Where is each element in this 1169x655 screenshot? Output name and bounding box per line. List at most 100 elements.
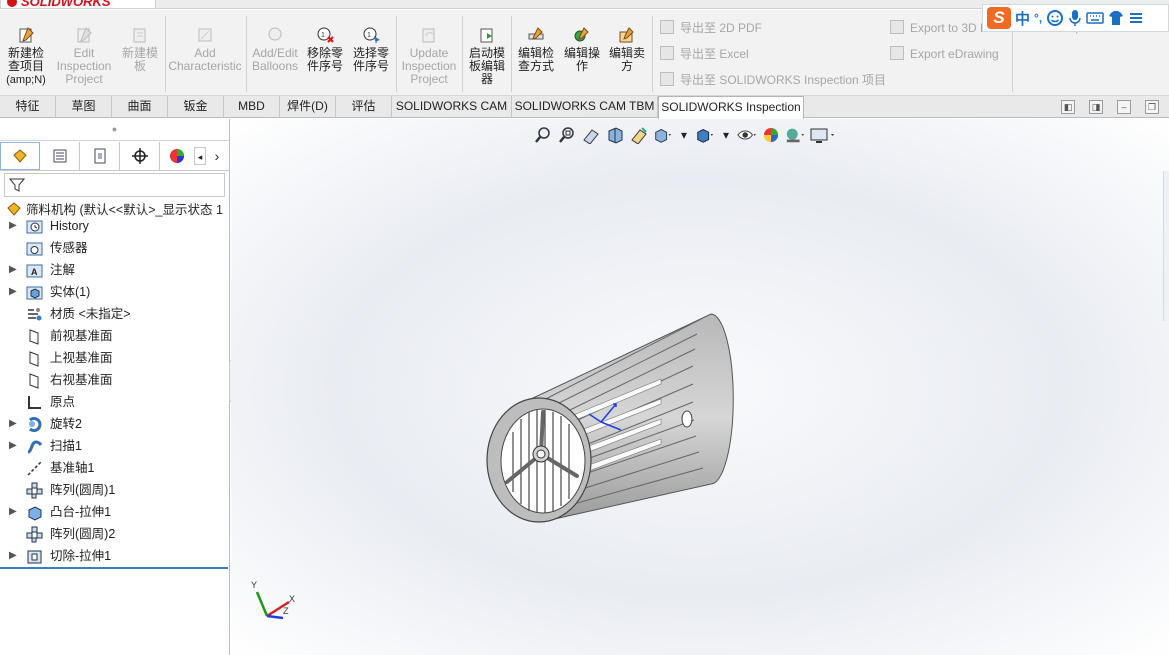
- select-part-number-button[interactable]: 1 选择零 件序号: [350, 14, 392, 94]
- triad-z-label: Z: [283, 606, 289, 616]
- tree-item-right-plane[interactable]: 右视基准面: [0, 369, 228, 391]
- tab-weldments[interactable]: 焊件(D): [280, 96, 336, 118]
- expand-arrow-icon[interactable]: ▶: [9, 215, 17, 237]
- dropdown-arrow-icon[interactable]: ▾: [677, 125, 691, 145]
- minimize-icon[interactable]: –: [1117, 100, 1131, 114]
- tree-item-annotations[interactable]: ▶ A 注解: [0, 259, 228, 281]
- tab-property-manager[interactable]: [40, 141, 80, 170]
- tab-scroll-left[interactable]: ◂: [194, 146, 206, 165]
- tree-item-axis1[interactable]: 基准轴1: [0, 457, 228, 479]
- tab-dimxpert-manager[interactable]: [120, 141, 160, 170]
- expand-arrow-icon[interactable]: ▶: [9, 501, 17, 523]
- tile-right-icon[interactable]: ◨: [1089, 100, 1103, 114]
- edrawing-icon: [890, 46, 904, 60]
- expand-arrow-icon[interactable]: ▶: [9, 281, 17, 303]
- export-2d-pdf-button[interactable]: 导出至 2D PDF: [660, 18, 762, 38]
- zoom-to-fit-icon[interactable]: [533, 125, 553, 145]
- 3d-model-screen-basket[interactable]: [461, 304, 781, 534]
- tree-item-circular-pattern1[interactable]: 阵列(圆周)1: [0, 479, 228, 501]
- tab-feature-manager[interactable]: [0, 141, 40, 170]
- edit-vendor-button[interactable]: 编辑卖方: [606, 14, 648, 94]
- tree-item-circular-pattern2[interactable]: 阵列(圆周)2: [0, 523, 228, 545]
- edit-vendor-icon: [619, 27, 634, 43]
- edit-operation-icon: [574, 27, 589, 42]
- crosshair-icon: [131, 147, 148, 164]
- skin-icon[interactable]: [1108, 10, 1124, 26]
- tab-mbd[interactable]: MBD: [224, 96, 280, 118]
- solidworks-logo[interactable]: SOLIDWORKS: [0, 0, 156, 9]
- edit-inspection-project-button[interactable]: Edit Inspection Project: [54, 14, 114, 94]
- section-view-icon[interactable]: [605, 125, 625, 145]
- tab-configuration-manager[interactable]: [80, 141, 120, 170]
- emoji-icon[interactable]: [1046, 9, 1064, 27]
- keyboard-icon[interactable]: [1086, 11, 1104, 25]
- heads-up-view-toolbar: ▾ ▾: [533, 123, 837, 147]
- dynamic-annotation-icon[interactable]: [629, 125, 649, 145]
- previous-view-icon[interactable]: [581, 125, 601, 145]
- edit-appearance-icon[interactable]: [761, 125, 781, 145]
- tab-features[interactable]: 特征: [0, 96, 56, 118]
- logo-icon: [7, 0, 17, 7]
- task-pane-tabs[interactable]: [1163, 171, 1169, 321]
- tree-item-origin[interactable]: 原点: [0, 391, 228, 413]
- command-manager-tabs: 特征 草图 曲面 钣金 MBD 焊件(D) 评估 SOLIDWORKS CAM …: [0, 96, 1169, 119]
- expand-arrow-icon[interactable]: ▶: [9, 413, 17, 435]
- tree-item-sensors[interactable]: 传感器: [0, 237, 228, 259]
- dropdown-arrow-icon[interactable]: ▾: [719, 125, 733, 145]
- update-icon: [422, 28, 435, 43]
- hide-show-items-icon[interactable]: [737, 125, 757, 145]
- expand-arrow-icon[interactable]: ▶: [9, 545, 17, 567]
- tab-display-manager[interactable]: [160, 142, 194, 170]
- tree-filter[interactable]: [4, 173, 225, 197]
- view-orientation-icon[interactable]: [653, 125, 673, 145]
- tab-solidworks-cam[interactable]: SOLIDWORKS CAM: [392, 96, 512, 118]
- new-inspection-project-button[interactable]: 新建检 查项目 (amp;N): [4, 14, 48, 94]
- remove-part-number-button[interactable]: 1 移除零 件序号: [304, 14, 346, 94]
- tab-sketch[interactable]: 草图: [56, 96, 112, 118]
- remove-balloon-icon: 1: [317, 27, 334, 43]
- rollback-bar[interactable]: [0, 567, 228, 569]
- add-characteristic-button[interactable]: Add Characteristic: [168, 14, 242, 94]
- tree-item-top-plane[interactable]: 上视基准面: [0, 347, 228, 369]
- ime-punct-toggle[interactable]: °,: [1034, 11, 1042, 25]
- triad-y-label: Y: [251, 580, 257, 590]
- apply-scene-icon[interactable]: [785, 125, 805, 145]
- launch-template-editor-button[interactable]: 启动模 板编辑器: [466, 14, 508, 94]
- export-edrawing-button[interactable]: Export eDrawing: [890, 44, 999, 64]
- panel-collapse-handle[interactable]: ●: [0, 119, 229, 141]
- tab-sheet-metal[interactable]: 钣金: [168, 96, 224, 118]
- ime-settings-icon[interactable]: [1128, 10, 1144, 26]
- edit-inspection-method-button[interactable]: 编辑检 查方式: [514, 14, 558, 94]
- tab-surfaces[interactable]: 曲面: [112, 96, 168, 118]
- tab-solidworks-inspection[interactable]: SOLIDWORKS Inspection: [658, 96, 804, 119]
- restore-icon[interactable]: ❐: [1145, 100, 1159, 114]
- tree-item-material[interactable]: 材质 <未指定>: [0, 303, 228, 325]
- sensor-folder-icon: [26, 242, 43, 256]
- export-inspection-project-button[interactable]: 导出至 SOLIDWORKS Inspection 项目: [660, 70, 886, 90]
- add-edit-balloons-button[interactable]: Add/Edit Balloons: [250, 14, 300, 94]
- tree-item-front-plane[interactable]: 前视基准面: [0, 325, 228, 347]
- tree-item-sweep1[interactable]: ▶ 扫描1: [0, 435, 228, 457]
- ime-lang-toggle[interactable]: 中: [1015, 8, 1030, 29]
- graphics-area[interactable]: ▾ ▾ Y X Z: [231, 119, 1169, 655]
- tab-solidworks-cam-tbm[interactable]: SOLIDWORKS CAM TBM: [512, 96, 658, 118]
- tree-item-solid-bodies[interactable]: ▶ 实体(1): [0, 281, 228, 303]
- tree-item-revolve2[interactable]: ▶ 旋转2: [0, 413, 228, 435]
- new-template-button[interactable]: 新建模板: [118, 14, 162, 94]
- update-inspection-project-button[interactable]: Update Inspection Project: [400, 14, 458, 94]
- expand-arrow-icon[interactable]: ▶: [9, 259, 17, 281]
- tree-item-cut-extrude1[interactable]: ▶ 切除-拉伸1: [0, 545, 228, 567]
- tab-evaluate[interactable]: 评估: [336, 96, 392, 118]
- view-settings-icon[interactable]: [809, 125, 837, 145]
- tree-item-boss-extrude1[interactable]: ▶ 凸台-拉伸1: [0, 501, 228, 523]
- sogou-logo[interactable]: S: [987, 7, 1011, 29]
- tile-left-icon[interactable]: ◧: [1061, 100, 1075, 114]
- zoom-to-area-icon[interactable]: [557, 125, 577, 145]
- microphone-icon[interactable]: [1068, 9, 1082, 27]
- edit-operation-button[interactable]: 编辑操作: [561, 14, 603, 94]
- expand-arrow-icon[interactable]: ▶: [9, 435, 17, 457]
- display-style-icon[interactable]: [695, 125, 715, 145]
- tree-item-history[interactable]: ▶ History: [0, 215, 228, 237]
- tab-scroll-right[interactable]: ›: [206, 142, 228, 170]
- export-excel-button[interactable]: 导出至 Excel: [660, 44, 749, 64]
